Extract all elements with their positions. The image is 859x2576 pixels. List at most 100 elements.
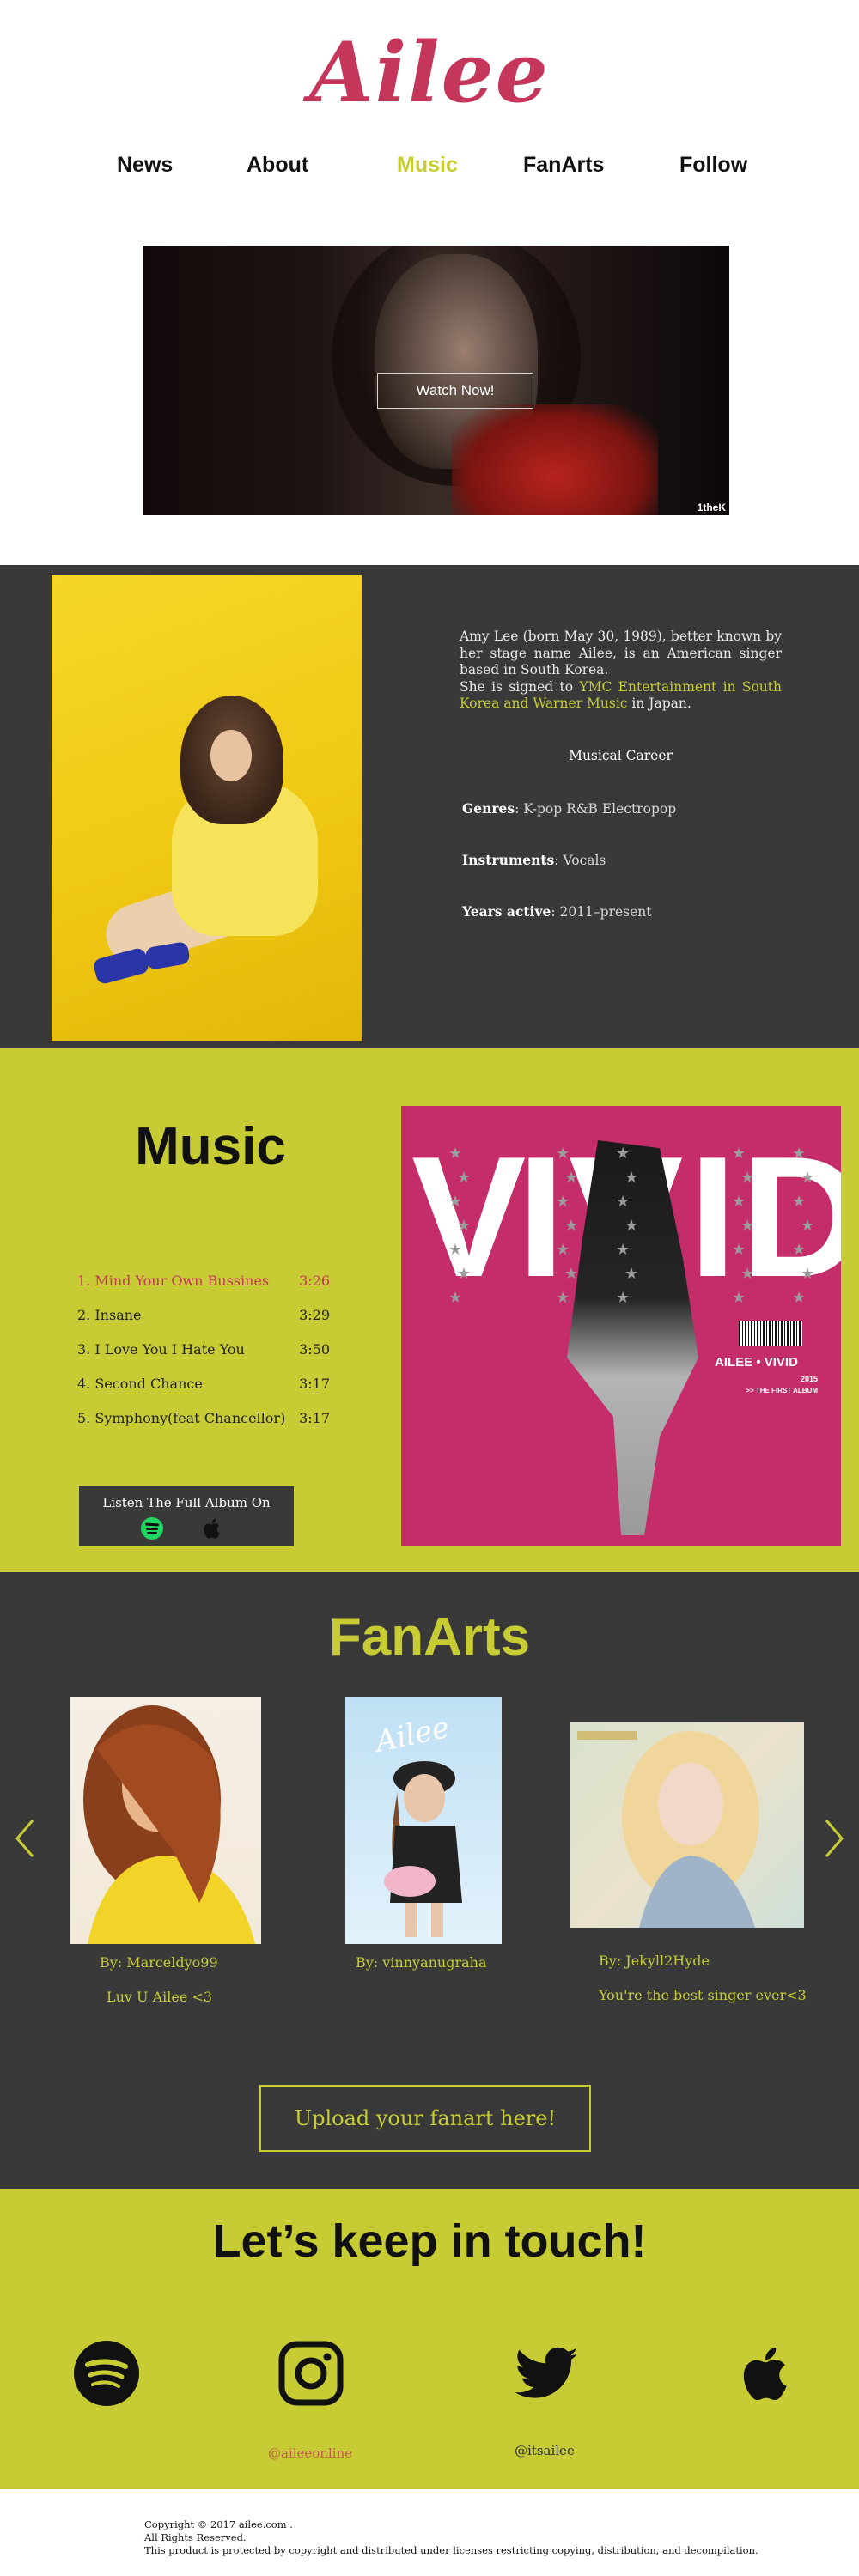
album-star: ★ (457, 1265, 472, 1283)
album-star: ★ (616, 1145, 631, 1163)
main-nav: News About Music FanArts Follow (0, 153, 859, 187)
track-name: 2. Insane (77, 1307, 142, 1323)
track-duration: 3:26 (299, 1273, 330, 1289)
track-name: 4. Second Chance (77, 1376, 203, 1392)
watch-now-button[interactable]: Watch Now! (377, 373, 533, 409)
about-photo (52, 575, 362, 1041)
album-star: ★ (740, 1169, 755, 1187)
spotify-icon[interactable] (72, 2339, 141, 2408)
listen-album-box: Listen The Full Album On (79, 1486, 294, 1546)
fanart-image-1[interactable] (70, 1697, 261, 1944)
album-star: ★ (624, 1265, 639, 1283)
album-star: ★ (564, 1217, 579, 1235)
track-item[interactable]: 2. Insane 3:29 (77, 1307, 335, 1327)
apple-music-icon[interactable] (199, 1516, 225, 1541)
site-logo[interactable]: Ailee (0, 24, 859, 121)
album-star: ★ (564, 1265, 579, 1283)
fanart-image-3[interactable] (570, 1722, 804, 1928)
album-cover-vivid[interactable]: V I V I D AILEE • VIVID 2015 >> THE FIRS… (401, 1106, 841, 1546)
album-star: ★ (792, 1193, 807, 1211)
contact-title: Let’s keep in touch! (212, 2215, 647, 2267)
album-star: ★ (616, 1241, 631, 1259)
album-star: ★ (732, 1193, 746, 1211)
track-name: 3. I Love You I Hate You (77, 1341, 245, 1358)
album-star: ★ (448, 1145, 463, 1163)
bio-part-1: Amy Lee (born May 30, 1989), better know… (460, 629, 782, 677)
chevron-left-icon[interactable] (12, 1817, 38, 1860)
track-item[interactable]: 4. Second Chance 3:17 (77, 1376, 335, 1396)
album-star: ★ (740, 1217, 755, 1235)
album-star: ★ (556, 1241, 570, 1259)
album-star: ★ (792, 1289, 807, 1307)
track-duration: 3:50 (299, 1341, 330, 1358)
twitter-handle-link[interactable]: @itsailee (515, 2443, 575, 2458)
hero-brand-watermark: 1theK (697, 501, 726, 513)
upload-fanart-button[interactable]: Upload your fanart here! (259, 2085, 591, 2152)
album-star: ★ (556, 1289, 570, 1307)
album-star: ★ (616, 1289, 631, 1307)
spotify-icon[interactable] (141, 1517, 163, 1540)
track-duration: 3:29 (299, 1307, 330, 1323)
bio-part-2: She is signed to (460, 678, 580, 695)
track-item[interactable]: 3. I Love You I Hate You 3:50 (77, 1341, 335, 1362)
album-star: ★ (801, 1265, 815, 1283)
track-item[interactable]: 1. Mind Your Own Bussines 3:26 (77, 1273, 335, 1293)
chevron-right-icon[interactable] (821, 1817, 847, 1860)
instagram-handle-link[interactable]: @aileeonline (268, 2445, 352, 2461)
bio-text: Amy Lee (born May 30, 1989), better know… (460, 629, 782, 713)
nav-music[interactable]: Music (397, 153, 458, 178)
nav-news[interactable]: News (117, 153, 173, 178)
album-star: ★ (792, 1145, 807, 1163)
listen-label: Listen The Full Album On (102, 1495, 271, 1510)
album-star: ★ (732, 1241, 746, 1259)
footer-copyright: Copyright © 2017 ailee.com . (144, 2518, 293, 2530)
fact-sep: : (554, 853, 564, 868)
album-star: ★ (740, 1265, 755, 1283)
track-duration: 3:17 (299, 1410, 330, 1426)
fact-genres: Genres: K-pop R&B Electropop (462, 800, 676, 817)
fact-label: Years active (462, 903, 551, 920)
nav-follow[interactable]: Follow (679, 153, 747, 178)
fanart-2-text: Ailee (370, 1710, 453, 1760)
footer: Copyright © 2017 ailee.com . All Rights … (0, 2489, 859, 2576)
track-name: 5. Symphony(feat Chancellor) (77, 1410, 286, 1426)
nav-about[interactable]: About (247, 153, 308, 178)
album-star: ★ (732, 1289, 746, 1307)
fanart-1-drawing (83, 1705, 255, 1944)
album-subtitle: >> THE FIRST ALBUM (746, 1387, 818, 1394)
bio-part-3: in Japan. (627, 696, 691, 711)
fanart-image-2[interactable]: Ailee (345, 1697, 502, 1944)
about-section: Amy Lee (born May 30, 1989), better know… (0, 565, 859, 1048)
fact-value: 2011–present (559, 904, 652, 920)
fanart-author-2: By: vinnyanugraha (356, 1954, 487, 1971)
album-year: 2015 (800, 1375, 818, 1383)
album-star: ★ (732, 1145, 746, 1163)
album-star: ★ (556, 1145, 570, 1163)
fact-label: Genres (462, 800, 515, 817)
album-letter: D (740, 1121, 841, 1313)
track-item[interactable]: 5. Symphony(feat Chancellor) 3:17 (77, 1410, 335, 1431)
fact-label: Instruments (462, 852, 555, 868)
page: Ailee News About Music FanArts Follow Wa… (0, 0, 859, 2576)
twitter-icon[interactable] (512, 2339, 581, 2408)
instagram-icon[interactable] (277, 2339, 345, 2408)
contact-section: Let’s keep in touch! @aileeonline @itsai… (0, 2189, 859, 2489)
music-title: Music (135, 1117, 286, 1176)
barcode (739, 1321, 802, 1346)
footer-legal: This product is protected by copyright a… (144, 2544, 758, 2556)
album-name: AILEE • VIVID (715, 1355, 798, 1370)
fanarts-title: FanArts (328, 1607, 531, 1667)
fanart-author-1: By: Marceldyo99 (100, 1954, 218, 1971)
album-star: ★ (457, 1217, 472, 1235)
album-star: ★ (448, 1241, 463, 1259)
fanarts-section: FanArts Ailee By: Marceldyo99 Luv U Aile… (0, 1572, 859, 2189)
album-star: ★ (448, 1193, 463, 1211)
footer-rights: All Rights Reserved. (144, 2531, 247, 2543)
album-star: ★ (624, 1217, 639, 1235)
apple-icon[interactable] (732, 2339, 801, 2408)
nav-fanarts[interactable]: FanArts (523, 153, 604, 178)
album-star: ★ (801, 1169, 815, 1187)
photo-face (210, 730, 252, 781)
hero-video[interactable]: Watch Now! 1theK (143, 246, 729, 515)
album-star: ★ (457, 1169, 472, 1187)
